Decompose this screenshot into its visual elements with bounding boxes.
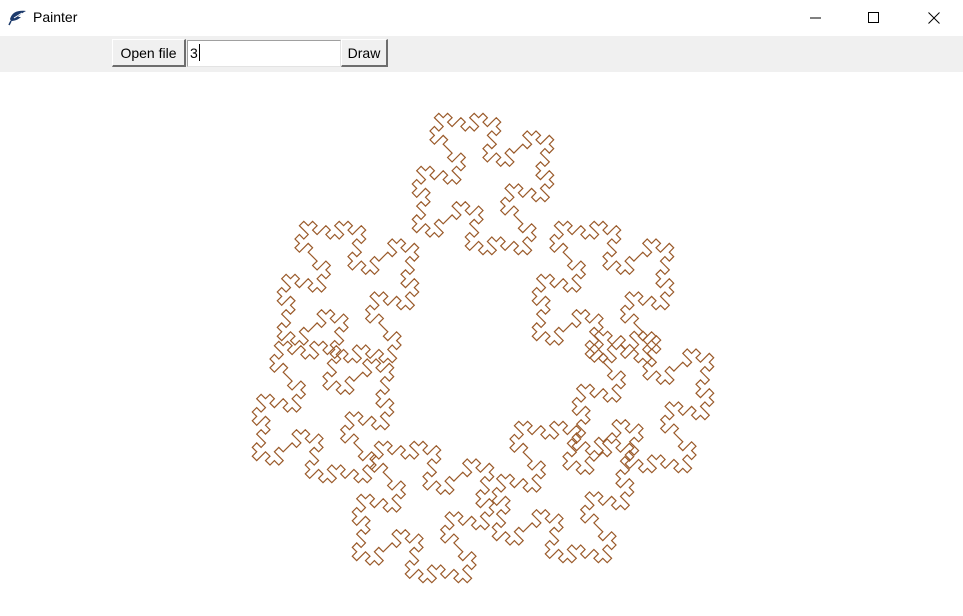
depth-input[interactable]: 3 xyxy=(187,40,341,67)
fractal-petal-upper-left xyxy=(276,220,420,364)
painter-window: Painter Open file 3 Draw xyxy=(0,0,963,616)
maximize-icon xyxy=(868,12,879,23)
fractal-petal-lower-right xyxy=(571,330,715,474)
toolbar: Open file 3 Draw xyxy=(0,36,963,72)
fractal-petal-bottom-left xyxy=(351,440,495,584)
title-bar: Painter xyxy=(0,0,963,36)
fractal-petal-bottom-right xyxy=(491,420,635,564)
text-caret xyxy=(198,44,200,61)
minimize-icon xyxy=(810,17,821,19)
open-file-button[interactable]: Open file xyxy=(112,39,186,67)
minimize-button[interactable] xyxy=(787,0,845,36)
drawing-canvas[interactable] xyxy=(3,72,960,613)
window-title: Painter xyxy=(33,9,78,25)
fractal-petal-upper-right xyxy=(531,220,675,364)
draw-button[interactable]: Draw xyxy=(341,39,388,67)
maximize-button[interactable] xyxy=(845,0,903,36)
depth-input-value: 3 xyxy=(190,45,198,61)
close-icon xyxy=(928,12,940,24)
fractal-drawing xyxy=(251,112,715,584)
feather-app-icon xyxy=(8,8,28,26)
close-button[interactable] xyxy=(905,0,963,36)
fractal-petal-top xyxy=(411,112,555,256)
